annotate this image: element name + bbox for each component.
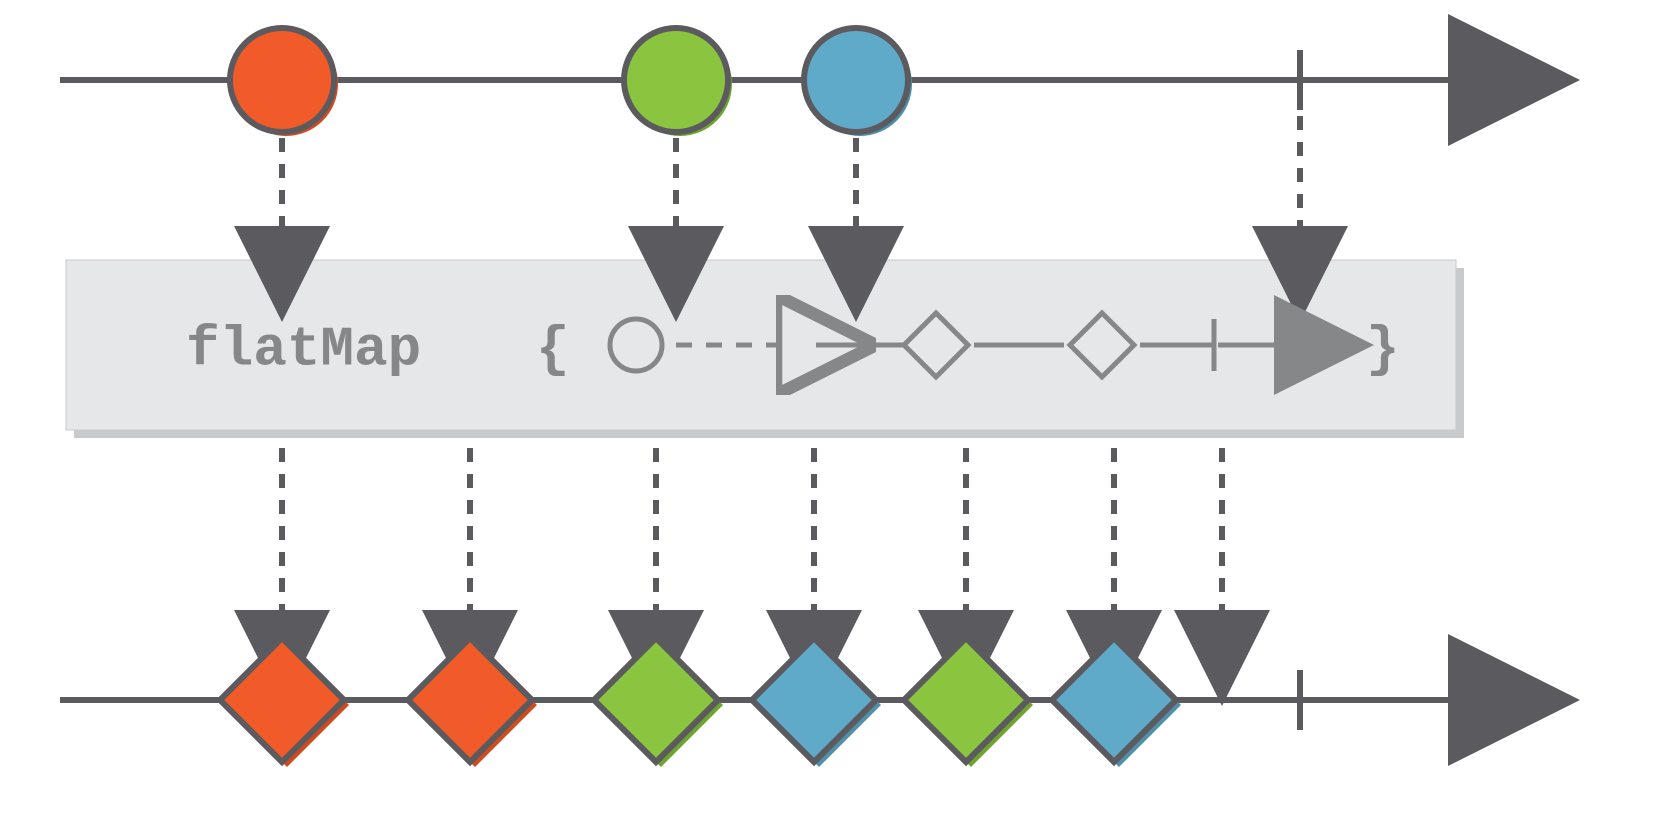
output-diamond-3	[752, 638, 876, 762]
output-diamond-4	[904, 638, 1028, 762]
marble-diagram: flatMap {}	[0, 0, 1668, 838]
output-diamond-5	[1052, 638, 1176, 762]
input-marble-0	[230, 28, 334, 132]
brace-open: {	[536, 318, 570, 382]
input-marble-2	[804, 28, 908, 132]
output-diamond-2	[594, 638, 718, 762]
output-diamond-0	[220, 638, 344, 762]
input-marble-1	[624, 28, 728, 132]
brace-close: }	[1366, 318, 1400, 382]
operator-name-label: flatMap	[186, 318, 421, 382]
output-diamond-1	[408, 638, 532, 762]
